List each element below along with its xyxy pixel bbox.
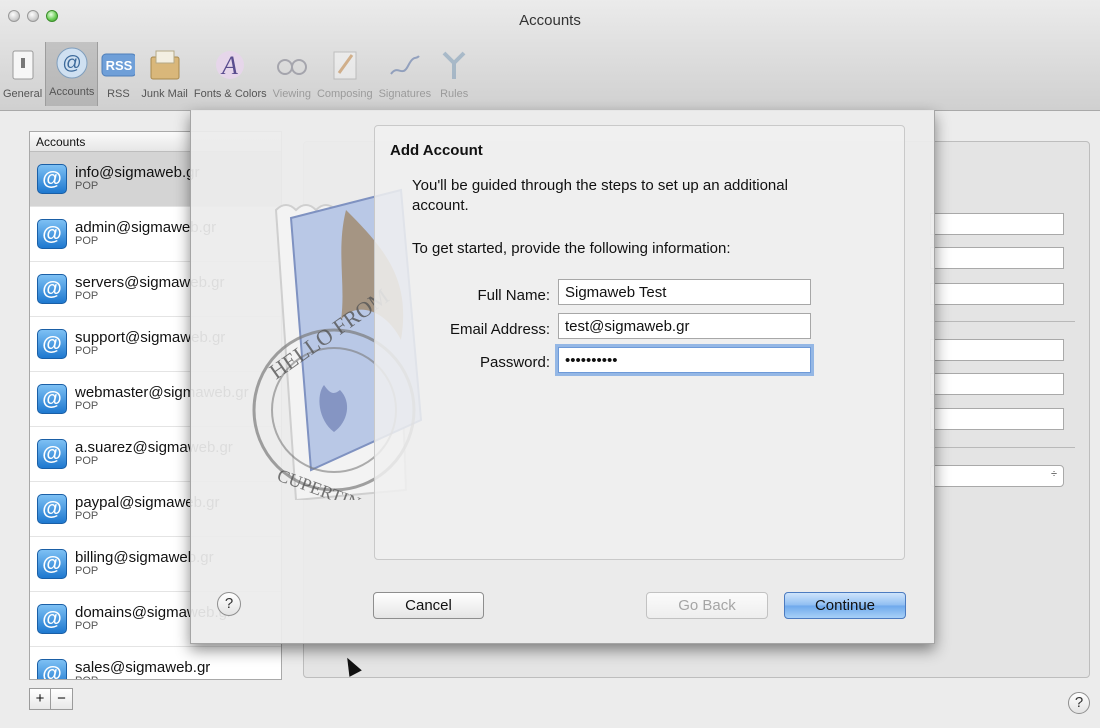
- account-type: POP: [75, 676, 210, 679]
- toolbar-rss[interactable]: RSS RSS: [98, 44, 138, 100]
- toolbar-viewing[interactable]: Viewing: [270, 44, 314, 100]
- email-address-label: Email Address:: [449, 321, 550, 338]
- rss-icon: RSS: [101, 48, 136, 82]
- toolbar-composing[interactable]: Composing: [314, 44, 376, 100]
- svg-text:RSS: RSS: [106, 58, 133, 73]
- svg-text:A: A: [220, 51, 238, 80]
- account-row[interactable]: @ sales@sigmaweb.grPOP: [30, 647, 281, 679]
- sheet-title: Add Account: [390, 142, 483, 159]
- divider: [930, 447, 1075, 448]
- at-sign-icon: @: [55, 46, 89, 80]
- at-sign-icon: @: [37, 329, 67, 359]
- window-title: Accounts: [519, 12, 581, 29]
- window-titlebar: Accounts General @ Accounts RSS RSS Junk…: [0, 0, 1100, 111]
- email-address-field[interactable]: [558, 313, 811, 339]
- detail-field[interactable]: [930, 373, 1064, 395]
- at-sign-icon: @: [37, 274, 67, 304]
- at-sign-icon: @: [37, 604, 67, 634]
- at-sign-icon: @: [37, 549, 67, 579]
- add-account-sheet: HELLO FROM CUPERTINO, CA Add Account You…: [190, 110, 935, 644]
- help-button[interactable]: ?: [1068, 692, 1090, 714]
- toolbar-general[interactable]: General: [0, 44, 45, 100]
- list-buttons: + −: [29, 688, 73, 710]
- divider: [930, 321, 1075, 322]
- at-sign-icon: @: [37, 659, 67, 679]
- fonts-colors-icon: A: [213, 48, 247, 82]
- password-label: Password:: [479, 354, 550, 371]
- preferences-toolbar: General @ Accounts RSS RSS Junk Mail A F…: [0, 42, 474, 106]
- detail-popup-button[interactable]: ÷: [930, 465, 1064, 487]
- password-field[interactable]: [558, 347, 811, 373]
- detail-field[interactable]: [930, 339, 1064, 361]
- account-name: sales@sigmaweb.gr: [75, 659, 211, 677]
- popup-arrows-icon: ÷: [1050, 468, 1057, 480]
- continue-button[interactable]: Continue: [784, 592, 906, 619]
- account-name: info@sigmaweb.gr: [75, 164, 200, 182]
- junk-mail-icon: [148, 48, 182, 82]
- full-name-label: Full Name:: [477, 287, 550, 304]
- detail-field[interactable]: [930, 213, 1064, 235]
- detail-field[interactable]: [930, 247, 1064, 269]
- detail-field[interactable]: [930, 283, 1064, 305]
- at-sign-icon: @: [37, 219, 67, 249]
- pencil-icon: [328, 48, 362, 82]
- toolbar-fonts-colors[interactable]: A Fonts & Colors: [191, 44, 270, 100]
- glasses-icon: [275, 48, 309, 82]
- toolbar-signatures[interactable]: Signatures: [376, 44, 435, 100]
- sheet-prompt: To get started, provide the following in…: [412, 240, 731, 257]
- go-back-button[interactable]: Go Back: [646, 592, 768, 619]
- at-sign-icon: @: [37, 439, 67, 469]
- switch-icon: [6, 48, 40, 82]
- rules-icon: [437, 48, 471, 82]
- at-sign-icon: @: [37, 164, 67, 194]
- detail-field[interactable]: [930, 408, 1064, 430]
- account-type: POP: [75, 180, 99, 193]
- full-name-field[interactable]: [558, 279, 811, 305]
- sheet-help-button[interactable]: ?: [217, 592, 241, 616]
- at-sign-icon: @: [37, 384, 67, 414]
- remove-account-button[interactable]: −: [51, 688, 73, 710]
- sheet-intro: You'll be guided through the steps to se…: [412, 177, 788, 214]
- toolbar-rules[interactable]: Rules: [434, 44, 474, 100]
- toolbar-junk-mail[interactable]: Junk Mail: [138, 44, 190, 100]
- at-sign-icon: @: [37, 494, 67, 524]
- signature-pen-icon: [388, 48, 422, 82]
- add-account-button[interactable]: +: [29, 688, 51, 710]
- svg-text:@: @: [62, 53, 81, 74]
- cancel-button[interactable]: Cancel: [373, 592, 484, 619]
- toolbar-accounts[interactable]: @ Accounts: [45, 42, 99, 106]
